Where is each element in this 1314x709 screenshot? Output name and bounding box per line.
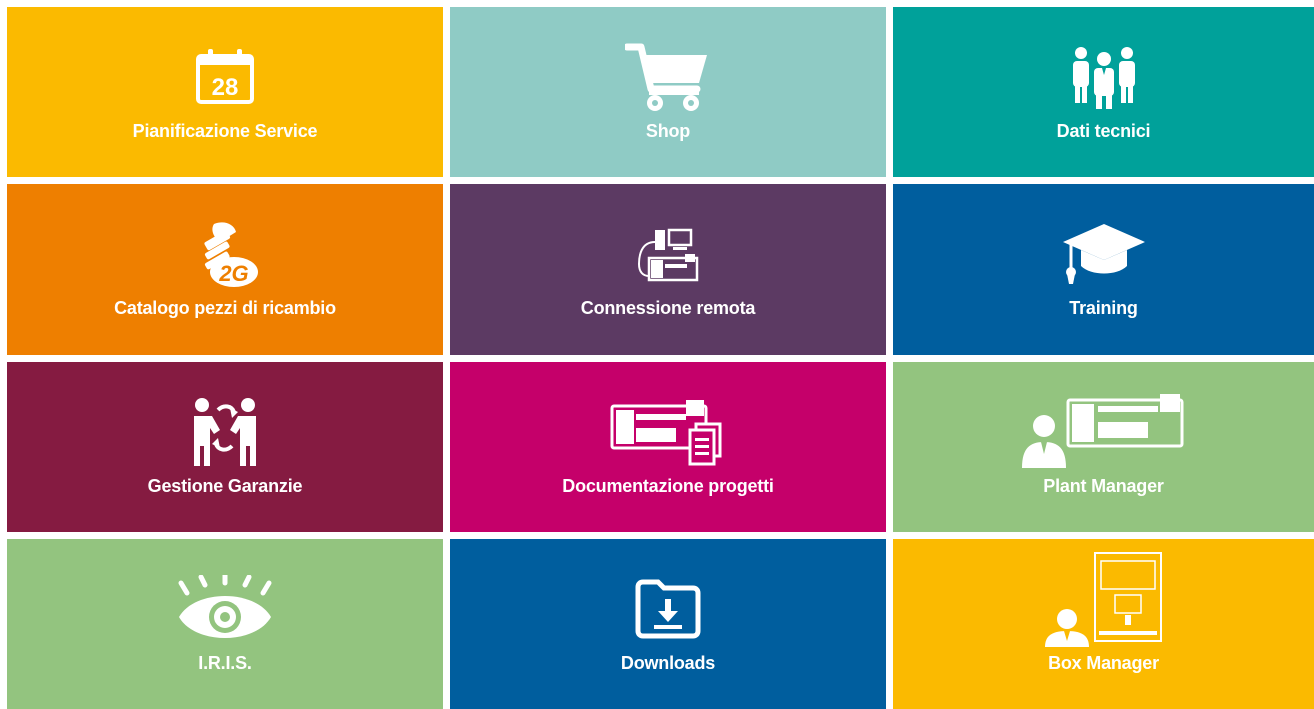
tile-downloads[interactable]: Downloads: [450, 539, 886, 709]
screw-spare-part-icon: 2G: [204, 222, 258, 287]
tile-label: Training: [1069, 298, 1138, 318]
eye-icon: [178, 575, 272, 638]
tile-label: I.R.I.S.: [198, 653, 252, 673]
calendar-icon: 28: [196, 49, 254, 104]
tile-label: Box Manager: [1048, 653, 1159, 673]
tile-label: Catalogo pezzi di ricambio: [114, 298, 336, 318]
box-manager-icon: [1044, 552, 1162, 647]
tile-label: Shop: [645, 121, 691, 141]
tile-pianificazione-service[interactable]: 28 Pianificazione Service: [7, 7, 443, 177]
graduation-cap-icon: [1062, 224, 1145, 284]
remote-connection-icon: [637, 228, 699, 282]
tile-catalogo-pezzi-di-ricambio[interactable]: 2G Catalogo pezzi di ricambio: [7, 184, 443, 355]
tile-plant-manager[interactable]: Plant Manager: [893, 362, 1314, 532]
tile-documentazione-progetti[interactable]: Documentazione progetti: [450, 362, 886, 532]
tile-shop[interactable]: Shop: [450, 7, 886, 177]
tile-label: Plant Manager: [1043, 476, 1164, 496]
dashboard-tile-grid: 28 Pianificazione Service Shop Dati tecn…: [0, 0, 1314, 709]
plant-manager-icon: [1021, 394, 1183, 468]
spare-parts-badge: 2G: [218, 261, 248, 286]
tile-label: Connessione remota: [580, 298, 756, 318]
tile-label: Gestione Garanzie: [147, 476, 303, 496]
tile-dati-tecnici[interactable]: Dati tecnici: [893, 7, 1314, 177]
download-folder-icon: [635, 579, 701, 639]
tile-connessione-remota[interactable]: Connessione remota: [450, 184, 886, 355]
tile-label: Documentazione progetti: [562, 476, 774, 496]
tile-box-manager[interactable]: Box Manager: [893, 539, 1314, 709]
machine-documents-icon: [610, 400, 722, 466]
tile-gestione-garanzie[interactable]: Gestione Garanzie: [7, 362, 443, 532]
people-group-icon: [1072, 47, 1135, 109]
warranty-exchange-icon: [194, 398, 256, 466]
tile-label: Pianificazione Service: [132, 121, 318, 141]
tile-label: Downloads: [620, 653, 716, 673]
tile-iris[interactable]: I.R.I.S.: [7, 539, 443, 709]
tile-training[interactable]: Training: [893, 184, 1314, 355]
calendar-day: 28: [212, 74, 239, 101]
shopping-cart-icon: [625, 43, 707, 111]
tile-label: Dati tecnici: [1056, 121, 1151, 141]
